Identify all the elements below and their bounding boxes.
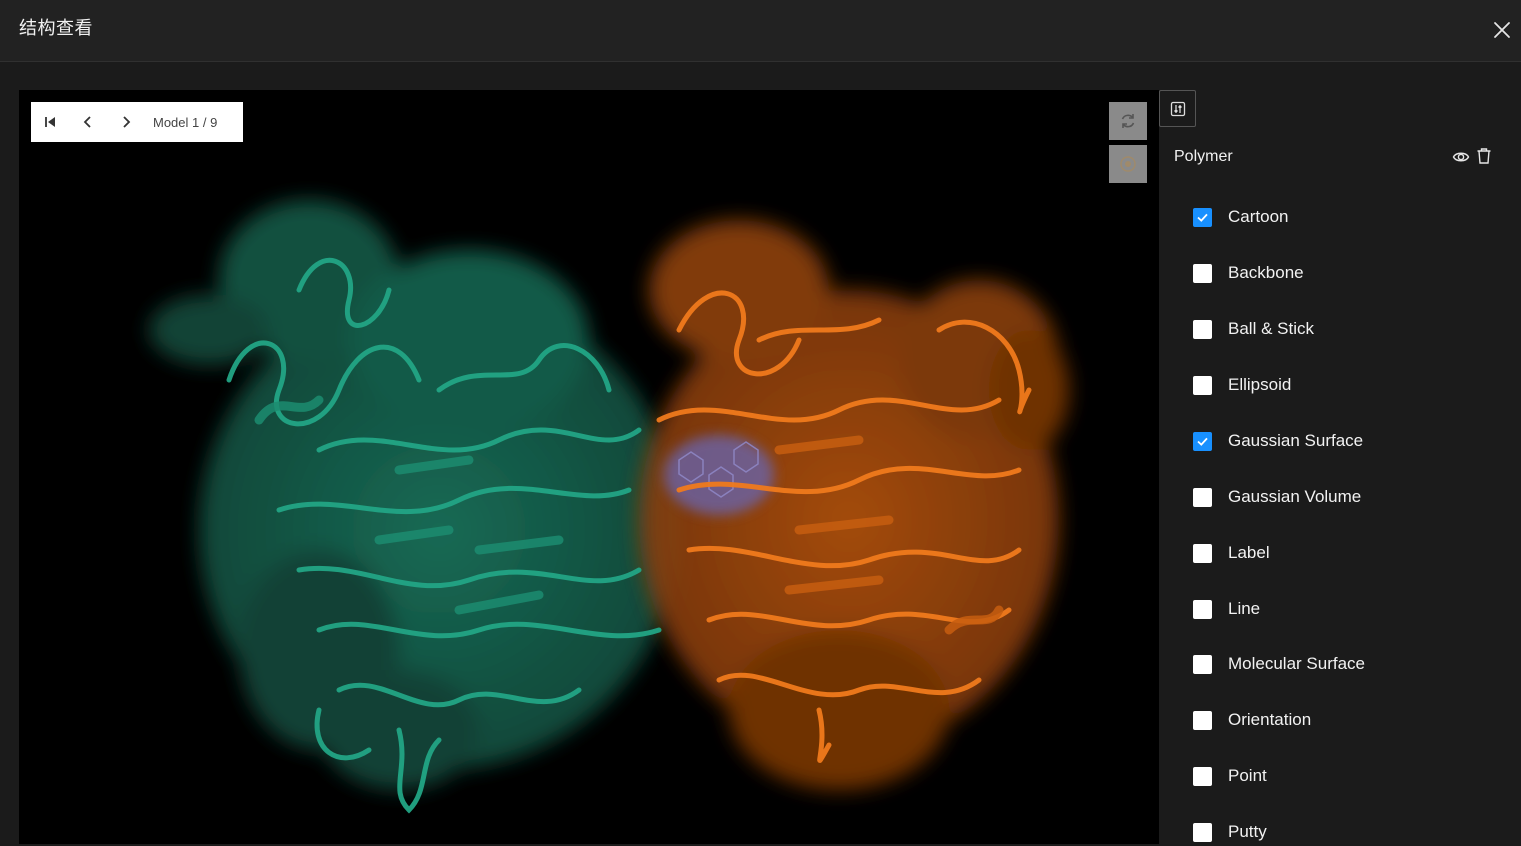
model-navigation: Model 1 / 9 bbox=[31, 102, 243, 142]
representation-label: Line bbox=[1228, 599, 1261, 618]
representation-label: Cartoon bbox=[1228, 207, 1289, 226]
representation-option[interactable]: Gaussian Volume bbox=[1193, 483, 1361, 511]
sliders-icon[interactable] bbox=[1159, 90, 1196, 127]
representation-option[interactable]: Ellipsoid bbox=[1193, 371, 1291, 399]
dialog-title: 结构查看 bbox=[19, 18, 93, 39]
checkbox-unchecked[interactable] bbox=[1193, 822, 1212, 842]
representation-label: Gaussian Surface bbox=[1228, 431, 1364, 450]
checkbox-checked[interactable] bbox=[1193, 431, 1212, 451]
representation-label: Label bbox=[1228, 543, 1270, 562]
representation-label: Point bbox=[1228, 766, 1267, 785]
checkbox-unchecked[interactable] bbox=[1193, 375, 1212, 395]
representation-label: Putty bbox=[1228, 822, 1267, 841]
chevron-left-icon[interactable] bbox=[69, 102, 107, 142]
representation-label: Orientation bbox=[1228, 710, 1312, 729]
trash-icon[interactable] bbox=[1476, 147, 1492, 165]
representation-option[interactable]: Molecular Surface bbox=[1193, 650, 1365, 678]
representation-option[interactable]: Ball & Stick bbox=[1193, 315, 1314, 343]
representation-label: Ellipsoid bbox=[1228, 375, 1292, 394]
representation-option[interactable]: Point bbox=[1193, 762, 1267, 790]
eye-icon[interactable] bbox=[1452, 148, 1470, 166]
checkbox-unchecked[interactable] bbox=[1193, 543, 1212, 563]
representation-label: Gaussian Volume bbox=[1228, 487, 1362, 506]
representation-option[interactable]: Gaussian Surface bbox=[1193, 427, 1363, 455]
structure-viewer-canvas[interactable]: Model 1 / 9 bbox=[19, 90, 1159, 844]
representation-option[interactable]: Putty bbox=[1193, 818, 1267, 846]
representation-option[interactable]: Backbone bbox=[1193, 259, 1304, 287]
group-title: Polymer bbox=[1174, 148, 1233, 165]
representation-label: Molecular Surface bbox=[1228, 654, 1366, 673]
checkbox-unchecked[interactable] bbox=[1193, 766, 1212, 786]
representation-label: Ball & Stick bbox=[1228, 319, 1314, 338]
representation-panel: Polymer Cartoon Backbone Ball & Stick Ellip… bbox=[1159, 90, 1521, 844]
target-icon[interactable] bbox=[1109, 145, 1147, 183]
checkbox-unchecked[interactable] bbox=[1193, 599, 1212, 619]
representation-option[interactable]: Cartoon bbox=[1193, 203, 1288, 231]
checkbox-unchecked[interactable] bbox=[1193, 487, 1212, 507]
representation-option[interactable]: Orientation bbox=[1193, 706, 1311, 734]
representation-label: Backbone bbox=[1228, 263, 1304, 282]
checkbox-unchecked[interactable] bbox=[1193, 263, 1212, 283]
chevron-right-icon[interactable] bbox=[107, 102, 145, 142]
checkbox-checked[interactable] bbox=[1193, 207, 1212, 227]
representation-option[interactable]: Line bbox=[1193, 595, 1260, 623]
check-icon bbox=[1197, 213, 1208, 222]
close-icon[interactable] bbox=[1490, 18, 1514, 42]
checkbox-unchecked[interactable] bbox=[1193, 319, 1212, 339]
representation-option[interactable]: Label bbox=[1193, 539, 1270, 567]
model-counter: Model 1 / 9 bbox=[153, 114, 218, 130]
polymer-group-header: Polymer bbox=[1174, 146, 1494, 170]
checkbox-unchecked[interactable] bbox=[1193, 654, 1212, 674]
skip-to-first-icon[interactable] bbox=[31, 102, 69, 142]
check-icon bbox=[1197, 437, 1208, 446]
dialog-header: 结构查看 bbox=[0, 0, 1521, 62]
refresh-icon[interactable] bbox=[1109, 102, 1147, 140]
checkbox-unchecked[interactable] bbox=[1193, 710, 1212, 730]
protein-structure-render bbox=[149, 200, 1069, 814]
